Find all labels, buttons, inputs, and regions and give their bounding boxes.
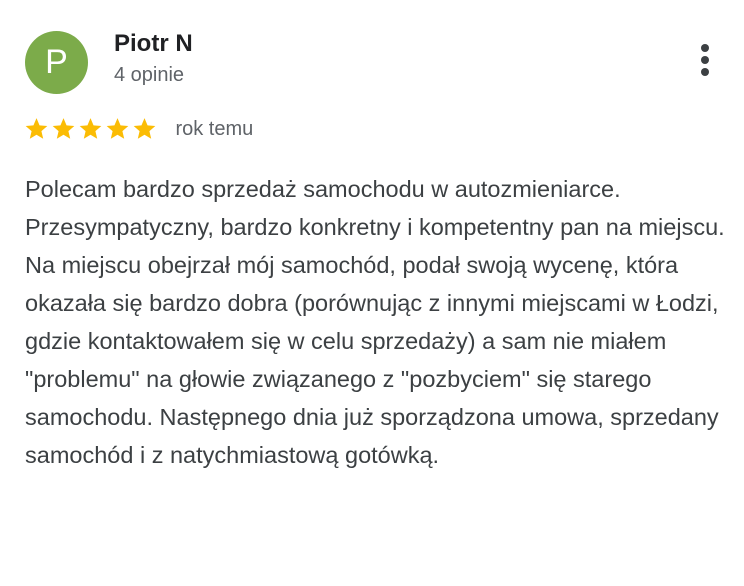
star-icon [104,116,131,142]
reviewer-review-count: 4 opinie [114,64,185,86]
review-date: rok temu [175,117,254,140]
star-rating [23,116,158,142]
star-icon [77,116,104,142]
star-icon [23,116,50,142]
avatar-initial: P [45,43,68,81]
rating-row: rok temu [23,116,253,146]
review-card: P Piotr N 4 opinie rok temu Polecam bard… [0,0,744,586]
star-icon [131,116,158,142]
review-text: Polecam bardzo sprzedaż samochodu w auto… [25,176,725,468]
reviewer-name[interactable]: Piotr N [114,30,193,58]
more-options-button[interactable] [690,40,720,80]
star-icon [50,116,77,142]
avatar[interactable]: P [25,31,88,94]
